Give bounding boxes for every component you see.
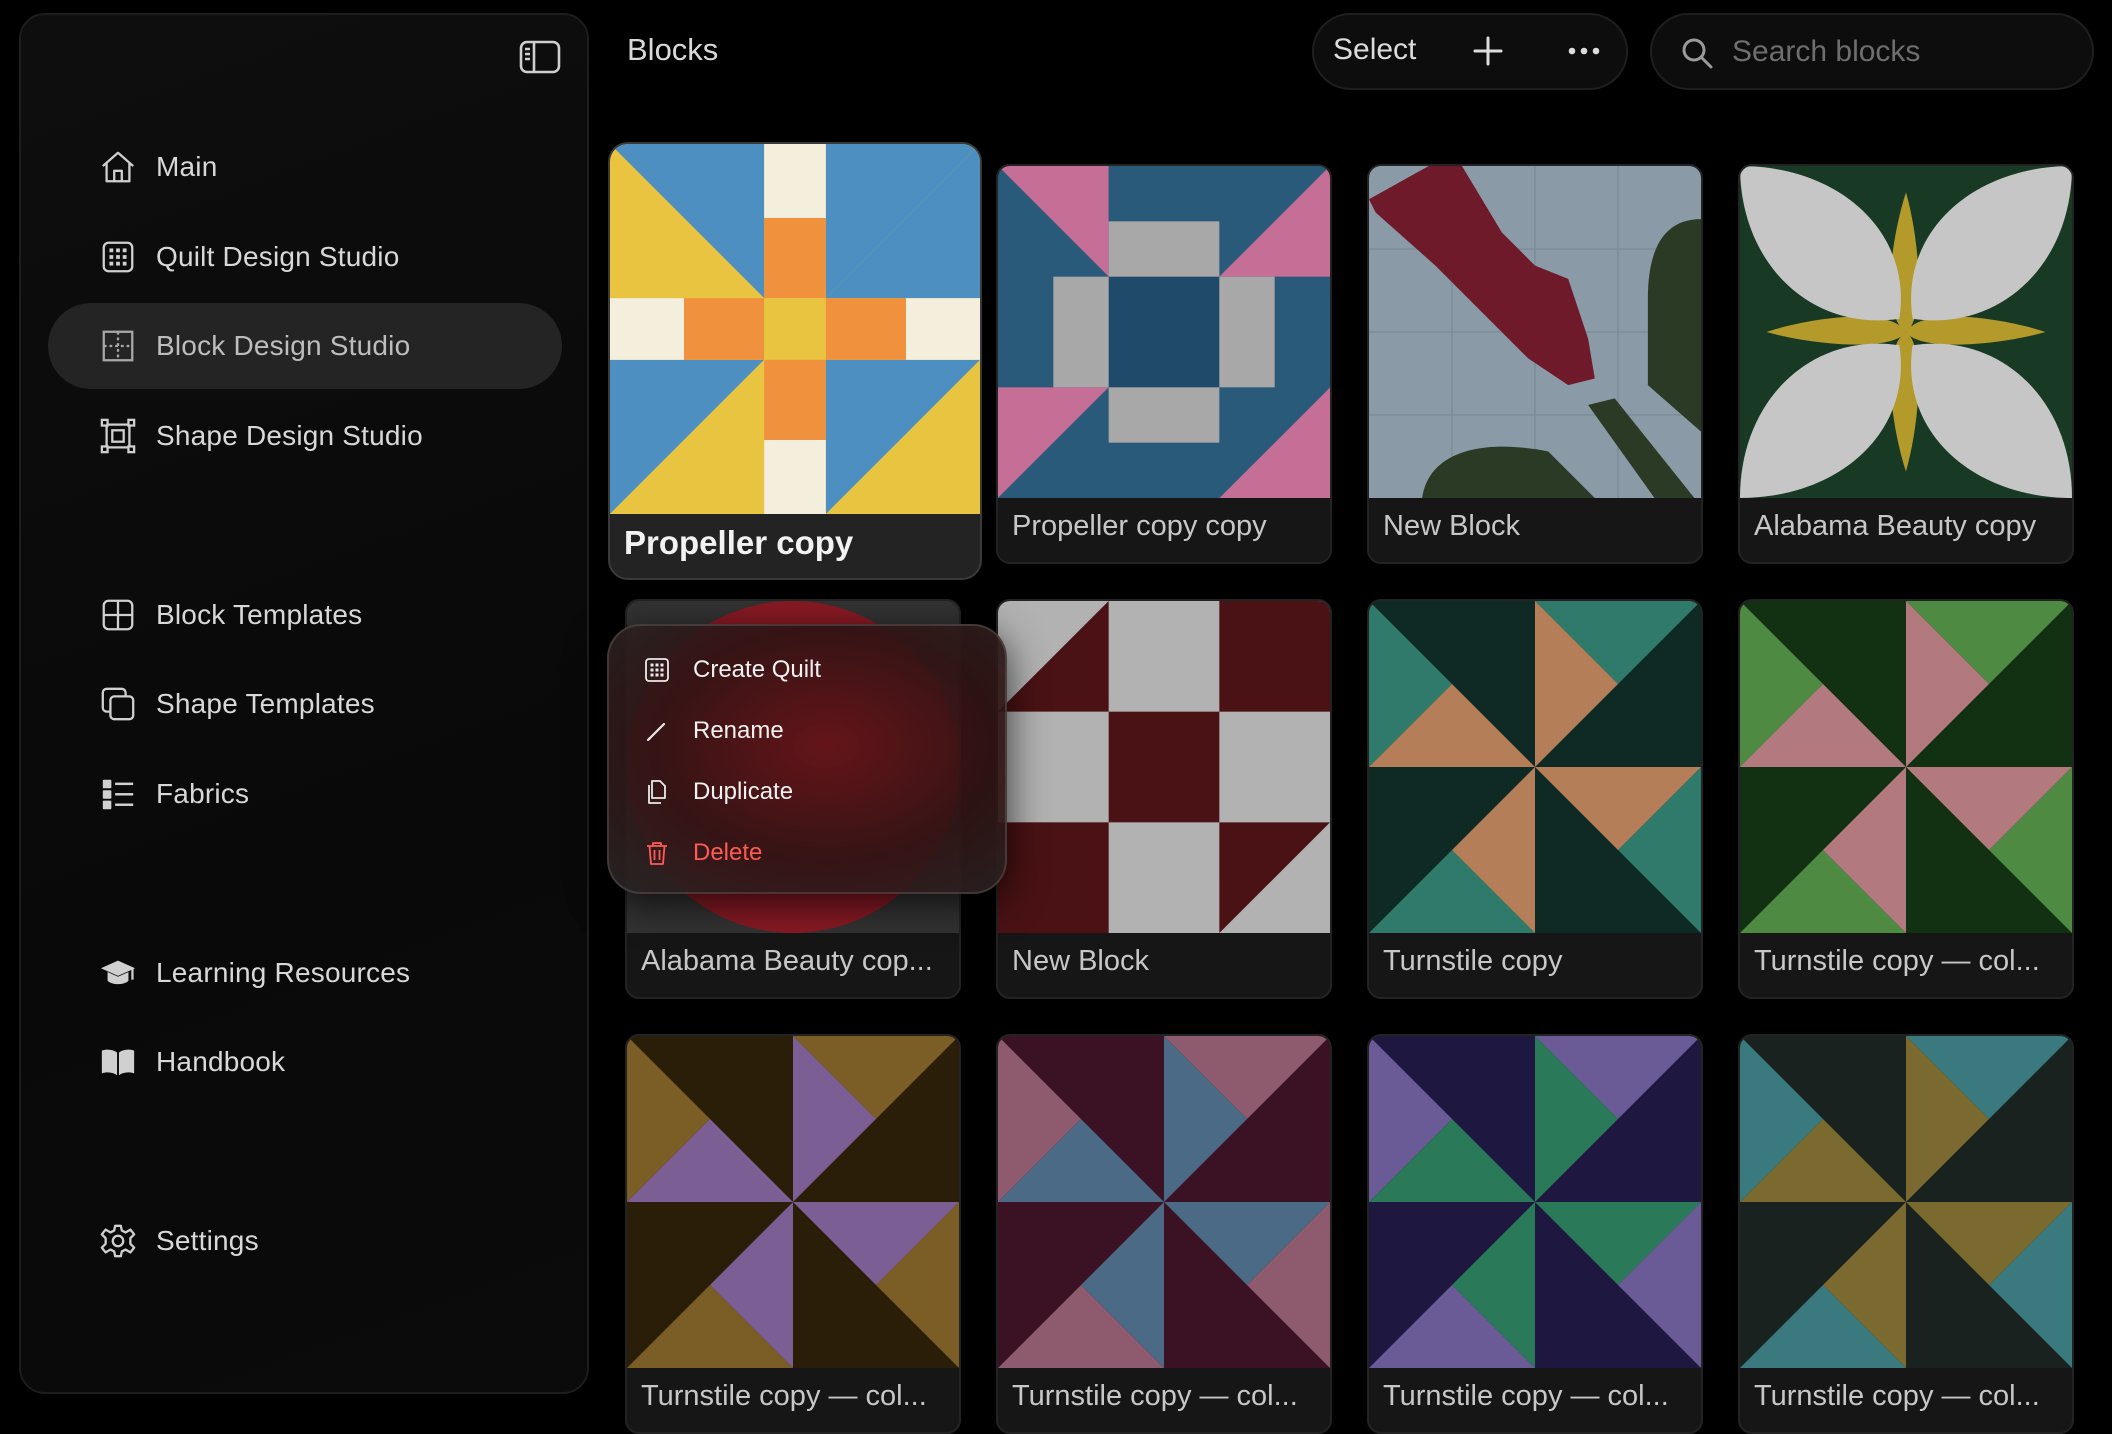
sidebar-toggle-icon[interactable] [516,35,564,79]
plus-icon[interactable] [1468,31,1508,71]
block-thumbnail [610,144,980,514]
four-square-icon [98,595,138,635]
block-name: New Block [1012,945,1149,977]
menu-item-rename[interactable]: Rename [643,709,983,753]
block-card[interactable]: Turnstile copy — col... [1738,1034,2074,1434]
block-name: Alabama Beauty copy [1754,510,2037,542]
block-card[interactable]: Turnstile copy [1367,599,1703,999]
sidebar: Main Quilt Design Studio Block Design St… [19,13,589,1394]
house-icon [98,147,138,187]
block-card[interactable]: New Block [1367,164,1703,564]
search-icon [1682,38,1713,69]
menu-item-create-quilt[interactable]: Create Quilt [643,648,983,692]
trash-icon [647,842,667,865]
block-name: Turnstile copy — col... [1754,945,2040,977]
block-name: New Block [1383,510,1520,542]
block-name: Turnstile copy [1383,945,1563,977]
select-button[interactable]: Select [1333,33,1416,67]
block-thumbnail [1369,601,1701,933]
block-name: Turnstile copy — col... [641,1380,927,1412]
duplicate-icon [648,780,666,804]
block-thumbnail [1740,601,2072,933]
search-input[interactable] [1730,31,2074,73]
graduation-cap-icon [98,953,138,993]
block-thumbnail [1369,166,1701,498]
toolbar: Select [1312,13,1628,90]
grid-icon [645,658,669,682]
block-grid-icon [98,326,138,366]
book-icon [98,1042,138,1082]
block-card[interactable]: Turnstile copy — col... [996,1034,1332,1434]
block-card[interactable]: Turnstile copy — col... [625,1034,961,1434]
ellipsis-icon[interactable] [1564,31,1604,71]
block-thumbnail [998,1036,1330,1368]
block-card[interactable]: Turnstile copy — col... [1738,599,2074,999]
menu-item-duplicate[interactable]: Duplicate [643,770,983,814]
pencil-icon [646,722,666,742]
block-name: Turnstile copy — col... [1754,1380,2040,1412]
block-card[interactable]: New Block [996,599,1332,999]
block-thumbnail [1740,166,2072,498]
sidebar-item-learning-resources[interactable]: Learning Resources [48,930,562,1016]
block-thumbnail [627,1036,959,1368]
block-name: Turnstile copy — col... [1012,1380,1298,1412]
sidebar-item-label: Block Templates [156,599,363,630]
sidebar-item-shape-templates[interactable]: Shape Templates [48,661,562,747]
context-menu: Create Quilt Rename Duplicate Delete [607,624,1007,894]
sidebar-item-handbook[interactable]: Handbook [48,1019,562,1105]
grid-icon [98,237,138,277]
sidebar-item-label: Shape Design Studio [156,420,423,451]
sidebar-item-main[interactable]: Main [48,124,562,210]
sidebar-item-settings[interactable]: Settings [48,1198,562,1284]
sidebar-item-fabrics[interactable]: Fabrics [48,751,562,837]
page-title: Blocks [627,32,719,67]
sidebar-item-label: Main [156,151,218,182]
menu-item-label: Rename [693,717,784,744]
menu-item-label: Duplicate [693,778,794,805]
sidebar-item-block-design-studio[interactable]: Block Design Studio [48,303,562,389]
sidebar-item-label: Settings [156,1225,259,1256]
sidebar-item-block-templates[interactable]: Block Templates [48,572,562,658]
sidebar-item-label: Block Design Studio [156,330,411,361]
stacked-squares-icon [98,684,138,724]
sidebar-item-quilt-design-studio[interactable]: Quilt Design Studio [48,214,562,300]
block-name: Propeller copy [624,524,854,561]
menu-item-label: Delete [693,839,763,866]
menu-item-label: Create Quilt [693,656,822,683]
block-card[interactable]: Propeller copy [608,142,982,580]
sidebar-item-label: Fabrics [156,778,250,809]
block-card[interactable]: Turnstile copy — col... [1367,1034,1703,1434]
block-thumbnail [998,601,1330,933]
shape-frame-icon [98,416,138,456]
block-name: Alabama Beauty cop... [641,945,933,977]
menu-item-delete[interactable]: Delete [643,831,983,875]
sidebar-item-label: Quilt Design Studio [156,241,400,272]
sidebar-item-label: Shape Templates [156,688,375,719]
sidebar-item-label: Learning Resources [156,957,411,988]
block-name: Propeller copy copy [1012,510,1267,542]
sidebar-item-label: Handbook [156,1046,286,1077]
block-name: Turnstile copy — col... [1383,1380,1669,1412]
sidebar-item-shape-design-studio[interactable]: Shape Design Studio [48,393,562,479]
block-thumbnail [998,166,1330,498]
gear-icon [98,1221,138,1261]
search-bar [1650,13,2094,90]
block-thumbnail [1369,1036,1701,1368]
block-thumbnail [1740,1036,2072,1368]
block-card[interactable]: Alabama Beauty copy [1738,164,2074,564]
list-icon [98,774,138,814]
block-card[interactable]: Propeller copy copy [996,164,1332,564]
